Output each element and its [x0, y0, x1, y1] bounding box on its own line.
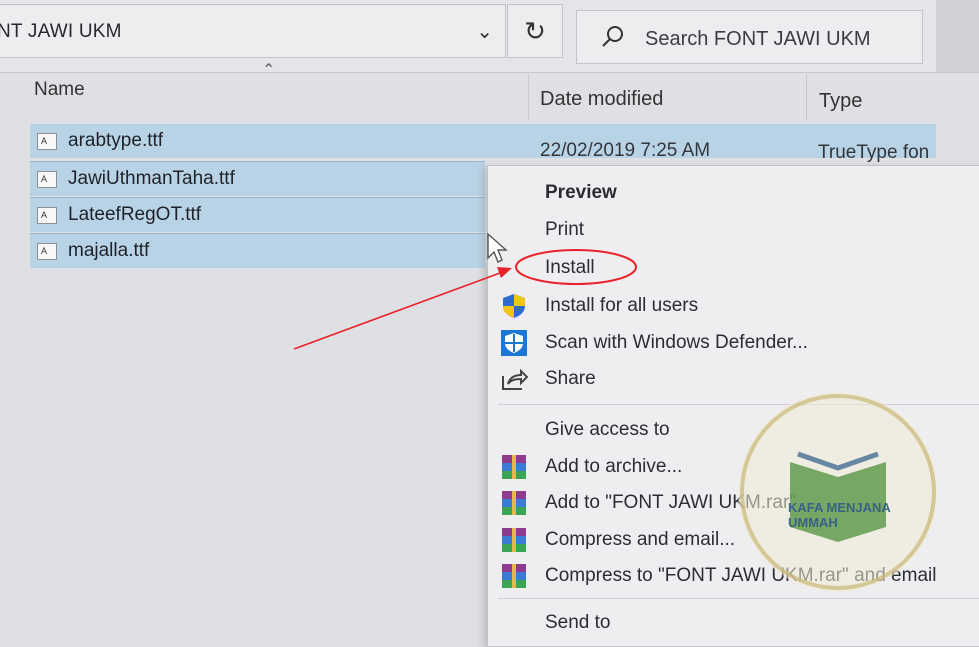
- search-icon: [602, 26, 623, 47]
- menu-item-label: Send to: [545, 612, 611, 633]
- winrar-icon: [502, 528, 526, 552]
- winrar-icon: [502, 491, 526, 515]
- menu-separator: [498, 598, 979, 599]
- refresh-button[interactable]: ↻: [507, 4, 563, 58]
- windows-defender-icon: [501, 330, 527, 356]
- menu-item-label: Scan with Windows Defender...: [545, 332, 808, 353]
- address-path: NT JAWI UKM: [0, 21, 122, 42]
- search-input[interactable]: Search FONT JAWI UKM: [645, 28, 871, 51]
- file-name: majalla.ttf: [68, 240, 150, 261]
- file-row[interactable]: A arabtype.ttf: [30, 124, 936, 158]
- column-header-name[interactable]: Name: [34, 79, 85, 101]
- menu-item-label: Compress and email...: [545, 529, 736, 550]
- menu-item-preview[interactable]: Preview: [488, 176, 979, 210]
- column-header-type[interactable]: Type: [819, 90, 862, 113]
- column-header-date[interactable]: Date modified: [540, 88, 663, 111]
- menu-item-share[interactable]: Share: [488, 362, 979, 396]
- menu-item-install-all-users[interactable]: Install for all users: [488, 289, 979, 323]
- menu-item-label: Print: [545, 219, 585, 240]
- file-row[interactable]: A JawiUthmanTaha.ttf: [30, 162, 485, 196]
- explorer-toolbar: NT JAWI UKM ⌄ ↻ Search FONT JAWI UKM: [0, 0, 979, 73]
- annotation-arrow: [293, 272, 501, 350]
- window-edge: [936, 0, 979, 72]
- file-row[interactable]: A majalla.ttf: [30, 234, 485, 268]
- watermark-text: KAFA MENJANA UMMAH: [788, 500, 891, 530]
- font-file-icon: A: [37, 171, 57, 188]
- file-name: JawiUthmanTaha.ttf: [68, 168, 235, 189]
- winrar-icon: [502, 455, 526, 479]
- sort-ascending-icon: ⌃: [262, 62, 276, 79]
- menu-item-label: Give access to: [545, 419, 670, 440]
- file-name: LateefRegOT.ttf: [68, 204, 202, 225]
- menu-item-label: Preview: [545, 182, 617, 203]
- file-type: TrueType fon: [818, 142, 930, 163]
- font-file-icon: A: [37, 243, 57, 260]
- menu-item-label: Add to archive...: [545, 456, 683, 477]
- search-box[interactable]: Search FONT JAWI UKM: [576, 10, 923, 64]
- winrar-icon: [502, 564, 526, 588]
- menu-item-label: Install for all users: [545, 295, 699, 316]
- column-divider[interactable]: [528, 74, 529, 120]
- chevron-down-icon[interactable]: ⌄: [476, 19, 493, 44]
- column-divider[interactable]: [806, 74, 807, 120]
- font-file-icon: A: [37, 207, 57, 224]
- file-date-modified: 22/02/2019 7:25 AM: [540, 140, 711, 161]
- font-file-icon: A: [37, 133, 57, 150]
- address-bar[interactable]: NT JAWI UKM ⌄: [0, 4, 506, 58]
- menu-item-send-to[interactable]: Send to: [488, 606, 979, 640]
- menu-item-label: Install: [545, 257, 595, 278]
- book-emblem-icon: [740, 394, 936, 590]
- menu-item-install[interactable]: Install: [488, 251, 979, 285]
- share-icon: [502, 368, 528, 390]
- menu-item-print[interactable]: Print: [488, 213, 979, 247]
- refresh-icon: ↻: [524, 16, 546, 46]
- file-row[interactable]: A LateefRegOT.ttf: [30, 198, 485, 232]
- menu-item-label: Share: [545, 368, 596, 389]
- mouse-pointer-icon: [487, 232, 508, 263]
- uac-shield-icon: [503, 294, 525, 318]
- file-name: arabtype.ttf: [68, 130, 164, 151]
- watermark-logo: KAFA MENJANA UMMAH: [738, 392, 938, 592]
- menu-item-scan-defender[interactable]: Scan with Windows Defender...: [488, 326, 979, 360]
